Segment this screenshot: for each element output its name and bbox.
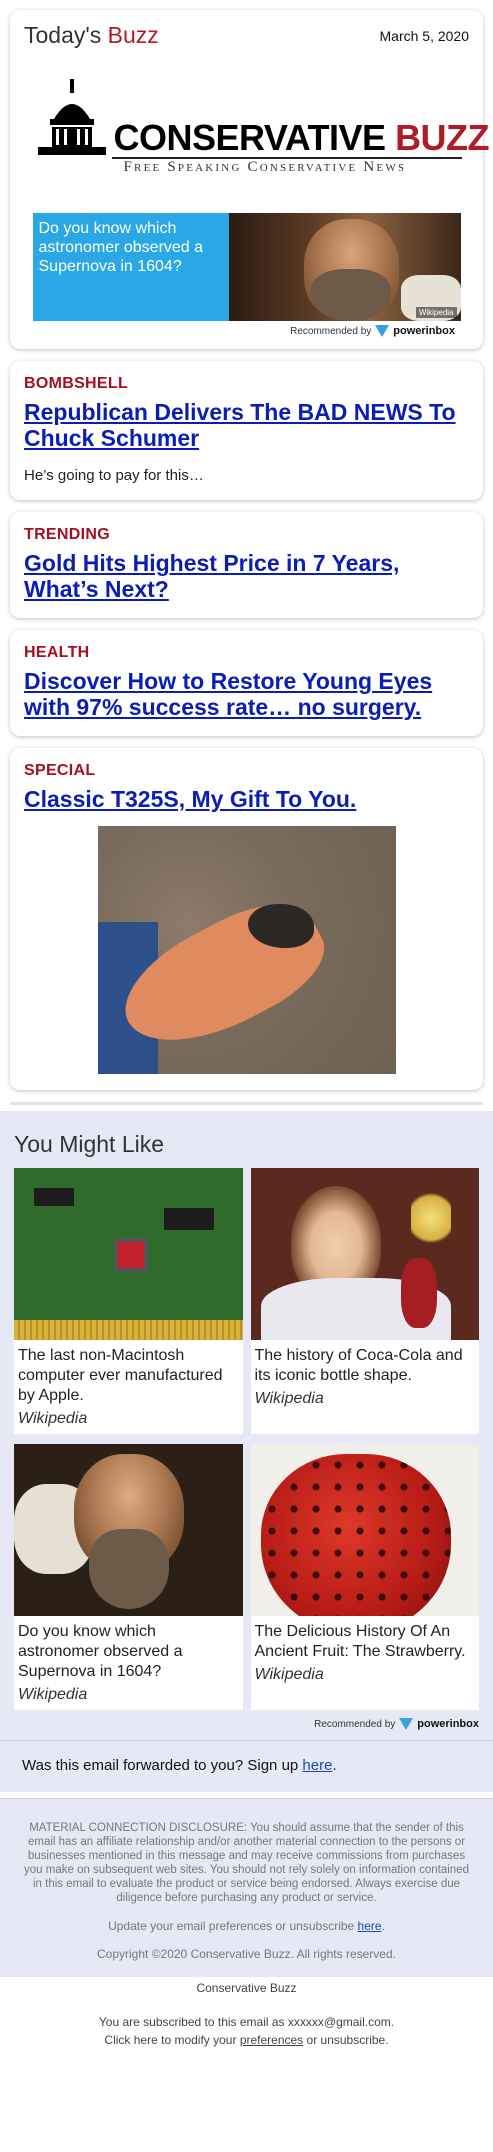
story-kicker: SPECIAL — [24, 762, 96, 779]
connector-shape — [14, 1320, 243, 1340]
tile-source: Wikipedia — [18, 1686, 88, 1703]
brand-title-b: Buzz — [107, 22, 159, 48]
copyright: Copyright ©2020 Conservative Buzz. All r… — [97, 1947, 396, 1961]
brand-title-a: Today's — [24, 22, 108, 48]
tile-caption: Do you know which astronomer observed a … — [18, 1623, 183, 1680]
powerinbox-label: powerinbox — [393, 325, 455, 337]
recommended-by[interactable]: Recommended by powerinbox — [14, 1718, 479, 1730]
story-headline-link[interactable]: Classic T325S, My Gift To You. — [24, 786, 469, 812]
conservative-buzz-logo[interactable]: CONSERVATIVE BUZZ Free Speaking Conserva… — [32, 79, 490, 179]
tile-caption: The history of Coca-Cola and its iconic … — [254, 1347, 463, 1384]
unsubscribe-link[interactable]: here — [358, 1919, 382, 1933]
update-text: Update your email preferences or unsubsc… — [108, 1919, 358, 1933]
astronomer-portrait-image — [14, 1444, 243, 1616]
recommended-by[interactable]: Recommended by powerinbox — [24, 325, 455, 337]
beard-shape — [89, 1529, 169, 1609]
motherboard-image — [14, 1168, 243, 1340]
signup-link[interactable]: here — [302, 1757, 332, 1774]
preferences-link[interactable]: preferences — [240, 2033, 303, 2047]
recommendation-tile[interactable]: Do you know which astronomer observed a … — [14, 1444, 243, 1710]
story-card-health: HEALTH Discover How to Restore Young Eye… — [10, 630, 483, 736]
disclosure-section: MATERIAL CONNECTION DISCLOSURE: You shou… — [0, 1798, 493, 1977]
modify-text-a: Click here to modify your — [104, 2033, 240, 2047]
ad-text: Do you know which astronomer observed a … — [38, 220, 204, 275]
header-topline: Today's Buzz March 5, 2020 — [24, 22, 469, 49]
story-headline-link[interactable]: Gold Hits Highest Price in 7 Years, What… — [24, 550, 469, 602]
brand-title: Today's Buzz — [24, 22, 159, 49]
story-kicker: HEALTH — [24, 644, 90, 661]
story-card-trending: TRENDING Gold Hits Highest Price in 7 Ye… — [10, 512, 483, 618]
logo-wordmark: CONSERVATIVE BUZZ — [114, 117, 490, 159]
section-divider — [10, 1102, 483, 1105]
powerinbox-label: powerinbox — [417, 1718, 479, 1730]
recommendation-tile[interactable]: The Delicious History Of An Ancient Frui… — [250, 1444, 479, 1710]
ad-credit: Wikipedia — [415, 307, 457, 318]
story-kicker: BOMBSHELL — [24, 375, 129, 392]
strawberry-shape — [260, 1454, 451, 1616]
ad-beard-shape — [310, 269, 391, 321]
issue-date: March 5, 2020 — [379, 27, 470, 44]
forwarded-end: . — [332, 1757, 337, 1774]
you-might-like-section: You Might Like The last non-Macintosh co… — [0, 1111, 493, 1740]
ad-portrait-image — [228, 213, 461, 321]
story-image-hand-rock[interactable] — [97, 826, 396, 1074]
forwarded-text: Was this email forwarded to you? Sign up — [22, 1757, 303, 1774]
tile-source: Wikipedia — [18, 1410, 88, 1427]
footer: Conservative Buzz You are subscribed to … — [0, 1977, 493, 2049]
tile-caption: The last non-Macintosh computer ever man… — [18, 1347, 223, 1404]
strawberry-image — [250, 1444, 479, 1616]
recommended-by-label: Recommended by — [290, 325, 372, 337]
sponsored-ad-banner[interactable]: Do you know which astronomer observed a … — [32, 213, 461, 321]
subscribed-text: You are subscribed to this email as xxxx… — [98, 2015, 395, 2029]
tile-source: Wikipedia — [254, 1666, 324, 1683]
chip-shape — [164, 1208, 214, 1230]
recommendation-tile[interactable]: The last non-Macintosh computer ever man… — [14, 1168, 243, 1434]
tile-source: Wikipedia — [254, 1390, 324, 1407]
disclosure-text: MATERIAL CONNECTION DISCLOSURE: You shou… — [24, 1822, 469, 1904]
story-card-bombshell: BOMBSHELL Republican Delivers The BAD NE… — [10, 361, 483, 500]
bottle-shape — [400, 1258, 437, 1328]
story-blurb: He’s going to pay for this… — [24, 467, 204, 484]
modify-text-b: or unsubscribe. — [303, 2033, 389, 2047]
you-might-like-title: You Might Like — [14, 1131, 165, 1157]
logo-wordmark-a: CONSERVATIVE — [113, 117, 396, 158]
story-kicker: TRENDING — [24, 526, 110, 543]
powerinbox-icon — [375, 325, 390, 337]
you-might-like-grid: The last non-Macintosh computer ever man… — [14, 1168, 479, 1710]
update-end: . — [381, 1919, 385, 1933]
powerinbox-icon — [399, 1718, 414, 1730]
tile-caption: The Delicious History Of An Ancient Frui… — [254, 1623, 466, 1660]
header-card: Today's Buzz March 5, 2020 CONSERVATIVE … — [10, 10, 490, 349]
footer-subscription: You are subscribed to this email as xxxx… — [0, 2013, 493, 2049]
footer-brand: Conservative Buzz — [196, 1981, 297, 1995]
modify-line: Click here to modify your preferences or… — [0, 2031, 493, 2049]
logo-tagline: Free Speaking Conservative News — [123, 159, 407, 175]
cpu-shape — [114, 1238, 148, 1272]
story-card-special: SPECIAL Classic T325S, My Gift To You. — [10, 748, 483, 1090]
forwarded-notice: Was this email forwarded to you? Sign up… — [0, 1740, 493, 1792]
story-headline-link[interactable]: Republican Delivers The BAD NEWS To Chuc… — [24, 399, 469, 451]
story-headline-link[interactable]: Discover How to Restore Young Eyes with … — [24, 668, 469, 720]
recommendation-tile[interactable]: The history of Coca-Cola and its iconic … — [250, 1168, 479, 1434]
chip-shape — [34, 1188, 74, 1206]
logo-wordmark-b: BUZZ — [395, 117, 490, 158]
coca-cola-ad-image — [250, 1168, 479, 1340]
capitol-dome-icon — [37, 79, 106, 155]
update-preferences: Update your email preferences or unsubsc… — [22, 1919, 471, 1933]
roses-shape — [410, 1188, 451, 1248]
recommended-by-label: Recommended by — [314, 1718, 396, 1730]
